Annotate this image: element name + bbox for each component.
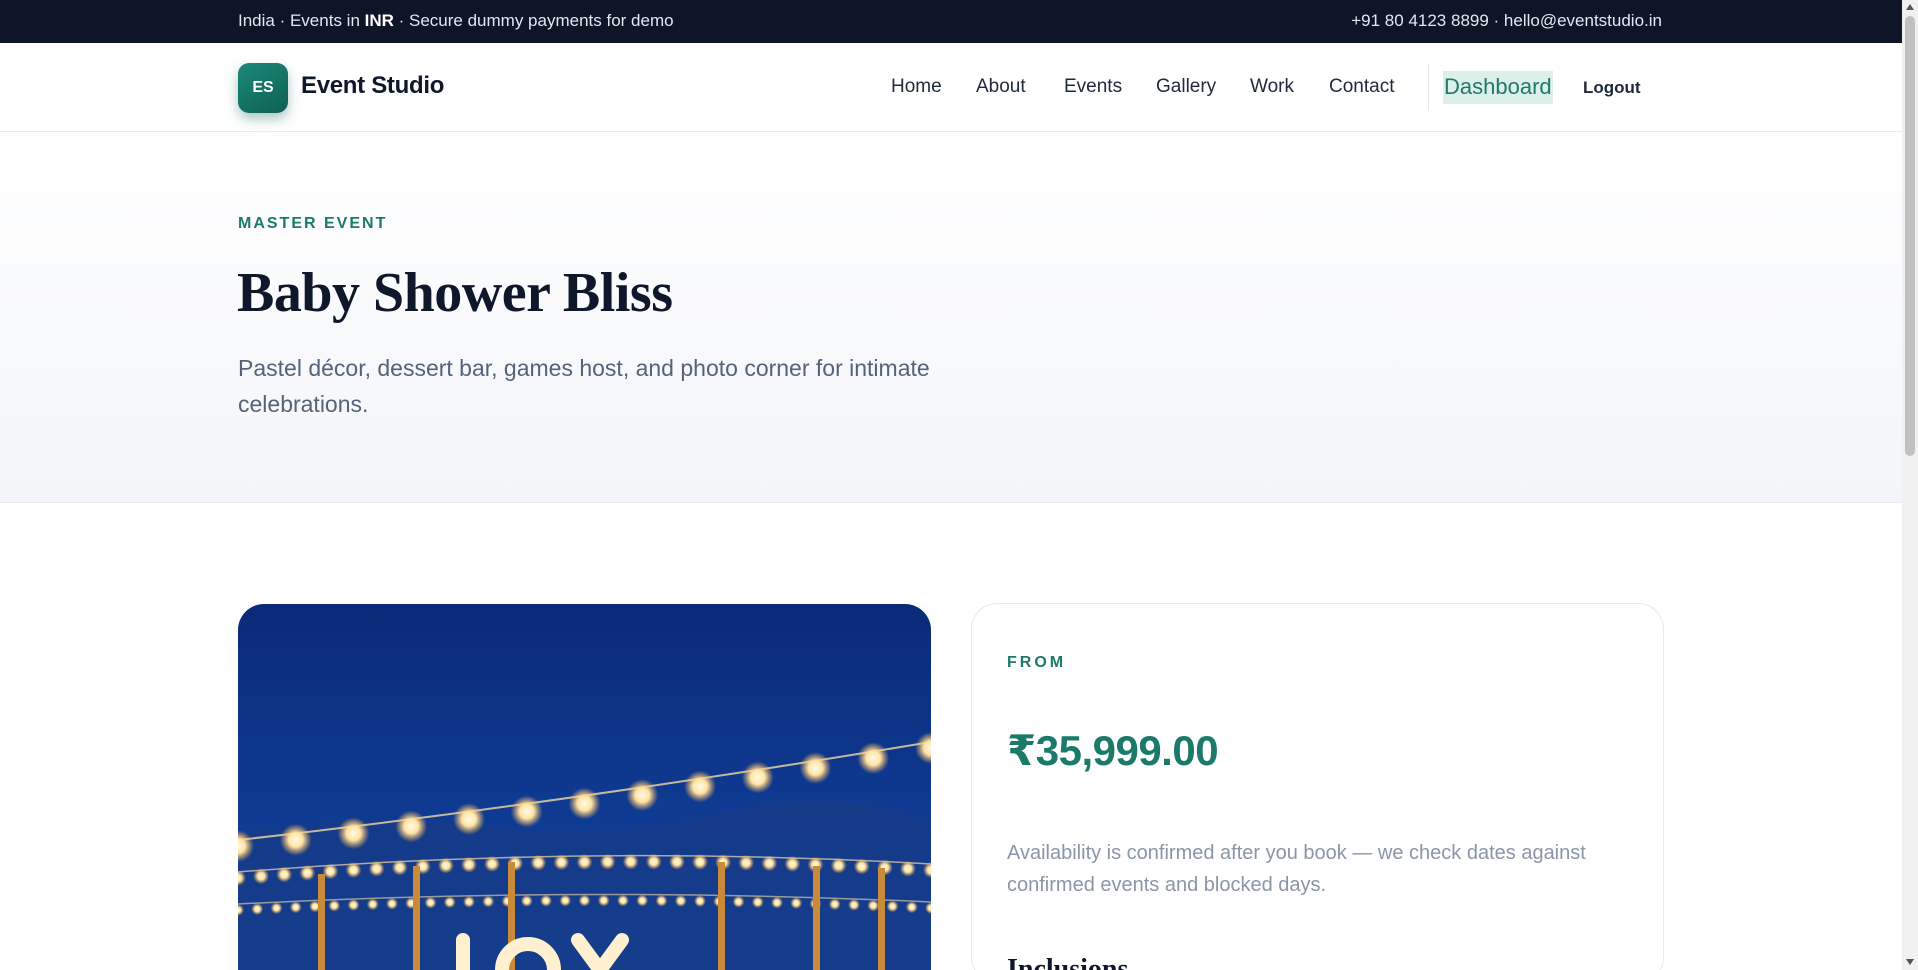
nav-contact[interactable]: Contact	[1329, 76, 1394, 98]
price-value: ₹35,999.00	[1007, 727, 1219, 774]
nav-dashboard[interactable]: Dashboard	[1443, 71, 1553, 104]
page-title: Baby Shower Bliss	[237, 262, 673, 324]
price-label: FROM	[1007, 654, 1067, 671]
brand-name[interactable]: Event Studio	[301, 72, 444, 100]
scrollbar-thumb[interactable]	[1905, 16, 1915, 456]
event-image	[238, 604, 931, 970]
scroll-up-arrow-icon[interactable]	[1906, 4, 1914, 10]
scroll-down-arrow-icon[interactable]	[1906, 959, 1914, 965]
string-lights-illustration	[238, 732, 931, 970]
pricing-card: FROM ₹35,999.00 Availability is confirme…	[971, 603, 1664, 970]
nav-about[interactable]: About	[976, 76, 1026, 98]
nav-gallery[interactable]: Gallery	[1156, 76, 1216, 98]
availability-note: Availability is confirmed after you book…	[1007, 842, 1586, 896]
region-notice: India · Events in INR · Secure dummy pay…	[238, 11, 674, 31]
nav-work[interactable]: Work	[1250, 76, 1294, 98]
currency-code: INR	[364, 11, 394, 30]
region-suffix: · Secure dummy payments for demo	[393, 11, 674, 30]
vertical-scrollbar[interactable]	[1902, 0, 1918, 970]
top-info-bar: India · Events in INR · Secure dummy pay…	[0, 0, 1902, 43]
region-prefix: India · Events in	[238, 11, 365, 30]
logo-badge[interactable]: ES	[238, 63, 288, 113]
contact-info: +91 80 4123 8899 · hello@eventstudio.in	[1351, 11, 1662, 30]
event-category: MASTER EVENT	[238, 215, 388, 232]
nav-home[interactable]: Home	[891, 76, 942, 98]
nav-divider	[1428, 64, 1429, 110]
nav-events[interactable]: Events	[1064, 76, 1122, 98]
event-description: Pastel décor, dessert bar, games host, a…	[238, 355, 930, 417]
site-header: ES Event Studio Home About Events Galler…	[0, 43, 1902, 132]
event-hero: MASTER EVENT Baby Shower Bliss Pastel dé…	[0, 133, 1902, 503]
inclusions-heading: Inclusions	[1007, 954, 1129, 970]
logout-button[interactable]: Logout	[1583, 78, 1641, 98]
